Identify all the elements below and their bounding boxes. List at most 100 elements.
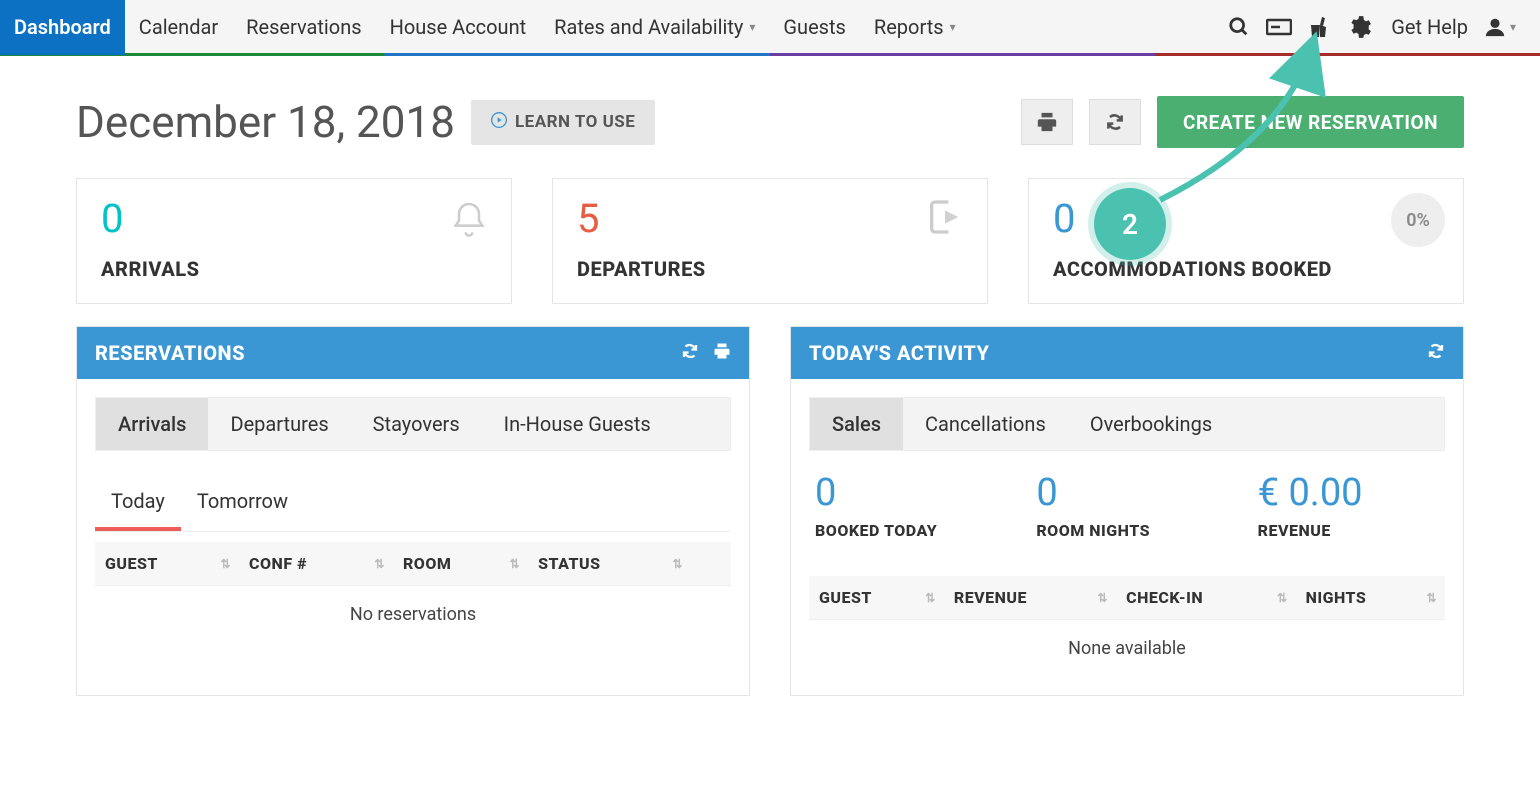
chevron-down-icon: ▾ [749,20,755,34]
departures-value: 5 [577,199,963,239]
arrivals-value: 0 [101,199,487,239]
sign-out-icon [925,197,965,241]
card-icon [1266,17,1292,37]
sort-icon: ⇅ [672,557,683,571]
reservations-subtabs: Today Tomorrow [95,479,731,532]
reservations-empty: No reservations [95,586,731,644]
col-checkin[interactable]: CHECK-IN⇅ [1116,576,1295,620]
col-room[interactable]: ROOM⇅ [393,542,528,586]
activity-empty: None available [809,620,1445,678]
print-button[interactable] [1021,99,1073,145]
departures-label: DEPARTURES [577,257,963,281]
tab-in-house-guests[interactable]: In-House Guests [482,398,673,450]
reservations-panel: RESERVATIONS Arrivals Departures Stayove… [76,326,750,696]
play-icon [491,112,507,133]
tab-arrivals[interactable]: Arrivals [96,398,208,450]
learn-to-use-label: LEARN TO USE [515,112,635,132]
sort-icon: ⇅ [374,557,385,571]
col-revenue[interactable]: REVENUE⇅ [944,576,1116,620]
reservations-panel-header: RESERVATIONS [77,327,749,379]
bucket-broom-icon [1307,15,1331,39]
nav-rates[interactable]: Rates and Availability ▾ [540,0,769,55]
accommodations-label: ACCOMMODATIONS BOOKED [1053,257,1439,281]
search-button[interactable] [1219,7,1259,47]
activity-table: GUEST⇅ REVENUE⇅ CHECK-IN⇅ NIGHTS⇅ None a… [809,576,1445,677]
nav-reservations[interactable]: Reservations [232,0,375,55]
reservations-tabs: Arrivals Departures Stayovers In-House G… [95,397,731,451]
sort-icon: ⇅ [925,591,936,605]
activity-panel-title: TODAY'S ACTIVITY [809,341,990,365]
col-guest[interactable]: GUEST⇅ [809,576,944,620]
refresh-icon [1427,342,1445,360]
create-reservation-button[interactable]: CREATE NEW RESERVATION [1157,96,1464,148]
chevron-down-icon: ▾ [1510,20,1516,34]
departures-card[interactable]: 5 DEPARTURES [552,178,988,304]
tab-overbookings[interactable]: Overbookings [1068,398,1234,450]
col-status[interactable]: STATUS⇅ [528,542,691,586]
stat-cards-row: 0 ARRIVALS 5 DEPARTURES 0 ACCOMMODATIONS… [0,178,1540,304]
refresh-icon [1105,112,1125,132]
refresh-icon [681,342,699,360]
booked-today-stat: 0 BOOKED TODAY [815,471,996,540]
settings-button[interactable] [1339,7,1379,47]
subtab-today[interactable]: Today [95,479,181,531]
col-conf[interactable]: CONF #⇅ [239,542,393,586]
print-icon [713,342,731,360]
card-icon-button[interactable] [1259,7,1299,47]
accommodations-card[interactable]: 0 ACCOMMODATIONS BOOKED 0% [1028,178,1464,304]
booked-label: BOOKED TODAY [815,521,996,540]
panels-row: RESERVATIONS Arrivals Departures Stayove… [0,304,1540,696]
room-nights-stat: 0 ROOM NIGHTS [1036,471,1217,540]
activity-panel: TODAY'S ACTIVITY Sales Cancellations Ove… [790,326,1464,696]
activity-stats: 0 BOOKED TODAY 0 ROOM NIGHTS € 0.00 REVE… [809,451,1445,566]
nav-calendar[interactable]: Calendar [125,0,232,55]
nav-reports[interactable]: Reports ▾ [860,0,970,55]
reservations-table: GUEST⇅ CONF #⇅ ROOM⇅ STATUS⇅ No reservat… [95,542,731,643]
nav-rates-label: Rates and Availability [554,15,743,39]
col-guest[interactable]: GUEST⇅ [95,542,239,586]
col-nights[interactable]: NIGHTS⇅ [1296,576,1445,620]
page-title: December 18, 2018 [76,96,455,148]
get-help-link[interactable]: Get Help [1379,15,1480,39]
sort-icon: ⇅ [220,557,231,571]
user-icon [1484,16,1506,38]
revenue-value: € 0.00 [1258,471,1439,515]
bell-icon [449,197,489,245]
tab-stayovers[interactable]: Stayovers [351,398,482,450]
print-icon [1036,111,1058,133]
learn-to-use-button[interactable]: LEARN TO USE [471,100,655,145]
nav-guests[interactable]: Guests [769,0,859,55]
user-menu[interactable]: ▾ [1480,7,1520,47]
activity-tabs: Sales Cancellations Overbookings [809,397,1445,451]
sort-icon: ⇅ [1098,591,1109,605]
sort-icon: ⇅ [1426,591,1437,605]
search-icon [1228,16,1250,38]
tab-cancellations[interactable]: Cancellations [903,398,1068,450]
page-header: December 18, 2018 LEARN TO USE CREATE NE… [0,56,1540,178]
reservations-panel-title: RESERVATIONS [95,341,245,365]
tab-departures[interactable]: Departures [208,398,350,450]
housekeeping-button[interactable] [1299,7,1339,47]
refresh-button[interactable] [1427,342,1445,364]
arrivals-label: ARRIVALS [101,257,487,281]
nights-label: ROOM NIGHTS [1036,521,1217,540]
nav-reports-label: Reports [874,15,944,39]
occupancy-pct-badge: 0% [1391,193,1445,247]
revenue-stat: € 0.00 REVENUE [1258,471,1439,540]
print-button[interactable] [713,342,731,364]
refresh-button[interactable] [681,342,699,364]
booked-value: 0 [815,471,996,515]
nav-house-account[interactable]: House Account [376,0,541,55]
sort-icon: ⇅ [510,557,521,571]
subtab-tomorrow[interactable]: Tomorrow [181,479,304,531]
sort-icon: ⇅ [1277,591,1288,605]
tab-sales[interactable]: Sales [810,398,903,450]
top-nav: Dashboard Calendar Reservations House Ac… [0,0,1540,56]
activity-panel-header: TODAY'S ACTIVITY [791,327,1463,379]
chevron-down-icon: ▾ [950,20,956,34]
arrivals-card[interactable]: 0 ARRIVALS [76,178,512,304]
nav-dashboard[interactable]: Dashboard [0,0,125,55]
refresh-button[interactable] [1089,99,1141,145]
accommodations-value: 0 [1053,199,1439,239]
revenue-label: REVENUE [1258,521,1439,540]
